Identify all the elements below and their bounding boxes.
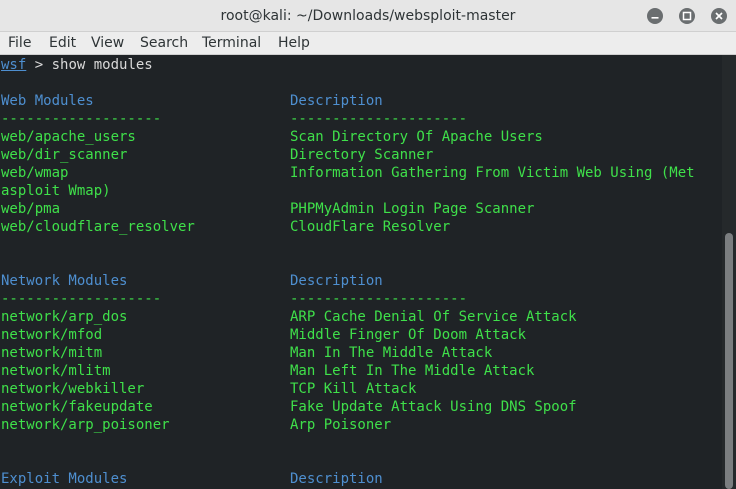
- network-description-heading: Description: [290, 273, 383, 289]
- menu-help[interactable]: Help: [278, 32, 310, 54]
- module-description: ARP Cache Denial Of Service Attack: [290, 309, 577, 325]
- module-name: web/cloudflare_resolver: [1, 219, 195, 235]
- prompt-line: wsf > show modules: [1, 56, 153, 74]
- module-row: web/wmap Information Gathering From Victi…: [1, 164, 695, 182]
- module-row: network/mlitm Man Left In The Middle Atta…: [1, 362, 534, 380]
- module-row: network/arp_dos ARP Cache Denial Of Servi…: [1, 308, 577, 326]
- module-row: web/pma PHPMyAdmin Login Page Scanner: [1, 200, 534, 218]
- exploit-modules-heading: Exploit Modules Description: [1, 471, 383, 487]
- module-description: Directory Scanner: [290, 147, 434, 163]
- menu-search[interactable]: Search: [140, 32, 188, 54]
- module-row-wrap: asploit Wmap): [1, 182, 111, 200]
- module-row: web/apache_users Scan Directory Of Apache…: [1, 128, 543, 146]
- module-name: network/mfod: [1, 327, 103, 343]
- module-name: network/mitm: [1, 345, 103, 361]
- maximize-icon[interactable]: [679, 8, 695, 24]
- web-separator: ------------------- ---------------------: [1, 111, 468, 127]
- module-description: Scan Directory Of Apache Users: [290, 129, 543, 145]
- menu-view[interactable]: View: [91, 32, 124, 54]
- module-description: Man In The Middle Attack: [290, 345, 493, 361]
- module-description: PHPMyAdmin Login Page Scanner: [290, 201, 535, 217]
- module-name: web/dir_scanner: [1, 147, 128, 163]
- vertical-scrollbar[interactable]: [722, 55, 736, 489]
- module-name: network/mlitm: [1, 363, 111, 379]
- module-name: network/fakeupdate: [1, 399, 153, 415]
- module-row: network/mfod Middle Finger Of Doom Attack: [1, 326, 526, 344]
- module-row: network/arp_poisoner Arp Poisoner: [1, 416, 391, 434]
- module-row: web/dir_scanner Directory Scanner: [1, 146, 433, 164]
- exploit-description-heading: Description: [290, 471, 383, 487]
- module-name: web/apache_users: [1, 129, 136, 145]
- menu-bar: File Edit View Search Terminal Help: [0, 32, 736, 55]
- prompt-command: > show modules: [26, 57, 153, 73]
- window-title: root@kali: ~/Downloads/websploit-master: [220, 8, 516, 24]
- menu-edit[interactable]: Edit: [49, 32, 76, 54]
- module-name: network/arp_poisoner: [1, 417, 170, 433]
- network-separator: ------------------- ---------------------: [1, 291, 468, 307]
- module-name: network/webkiller: [1, 381, 145, 397]
- module-description: Man Left In The Middle Attack: [290, 363, 535, 379]
- module-name: web/pma: [1, 201, 61, 217]
- menu-file[interactable]: File: [8, 32, 31, 54]
- terminal-output[interactable]: wsf > show modules Web Modules Descriptio…: [0, 55, 722, 489]
- module-description: Arp Poisoner: [290, 417, 392, 433]
- scrollbar-thumb[interactable]: [725, 233, 733, 489]
- module-name: network/arp_dos: [1, 309, 128, 325]
- module-description: Information Gathering From Victim Web Us…: [290, 165, 695, 181]
- web-modules-heading: Web Modules Description: [1, 93, 383, 109]
- module-row: network/mitm Man In The Middle Attack: [1, 344, 492, 362]
- module-description: Fake Update Attack Using DNS Spoof: [290, 399, 577, 415]
- network-modules-heading: Network Modules Description: [1, 273, 383, 289]
- close-icon[interactable]: [711, 8, 727, 24]
- web-description-heading: Description: [290, 93, 383, 109]
- module-name: asploit Wmap): [1, 183, 111, 199]
- module-row: web/cloudflare_resolver CloudFlare Resolv…: [1, 218, 450, 236]
- module-description: CloudFlare Resolver: [290, 219, 451, 235]
- module-row: network/fakeupdate Fake Update Attack Usi…: [1, 398, 577, 416]
- module-row: network/webkiller TCP Kill Attack: [1, 380, 416, 398]
- module-description: Middle Finger Of Doom Attack: [290, 327, 527, 343]
- module-description: TCP Kill Attack: [290, 381, 417, 397]
- minimize-icon[interactable]: [647, 8, 663, 24]
- prompt-name: wsf: [1, 57, 27, 73]
- menu-terminal[interactable]: Terminal: [202, 32, 261, 54]
- title-bar[interactable]: root@kali: ~/Downloads/websploit-master: [0, 0, 736, 32]
- module-name: web/wmap: [1, 165, 69, 181]
- terminal-window: root@kali: ~/Downloads/websploit-master …: [0, 0, 736, 489]
